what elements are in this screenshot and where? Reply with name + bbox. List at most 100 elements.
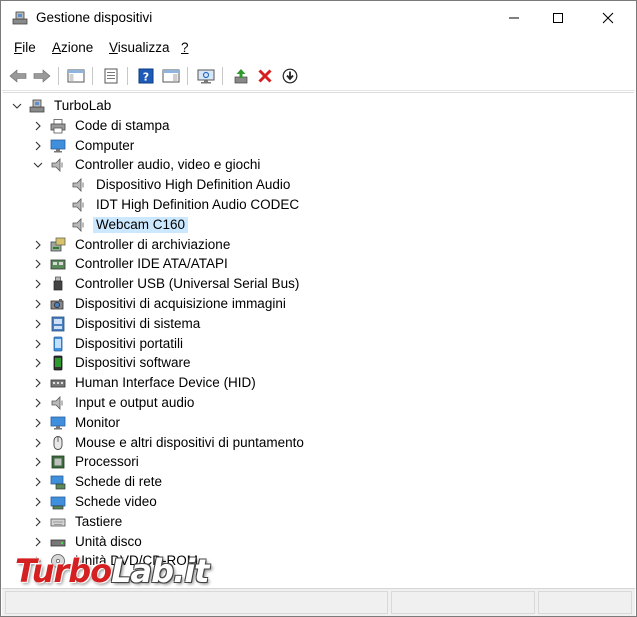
chevron-right-icon[interactable] (32, 437, 44, 449)
tree-item-controller-ide[interactable]: Controller IDE ATA/ATAPI (3, 254, 634, 274)
chevron-right-icon[interactable] (32, 338, 44, 350)
tree-item-label: TurboLab (54, 98, 112, 113)
chevron-right-icon[interactable] (32, 456, 44, 468)
svg-text:?: ? (143, 71, 149, 84)
mouse-icon (53, 435, 63, 450)
chevron-right-icon[interactable] (32, 397, 44, 409)
chevron-right-icon[interactable] (32, 496, 44, 508)
tree-item-idt-codec[interactable]: IDT High Definition Audio CODEC (3, 195, 634, 215)
chevron-right-icon[interactable] (32, 278, 44, 290)
toolbar-separator (187, 67, 188, 85)
forward-button[interactable] (31, 65, 53, 87)
chevron-right-icon[interactable] (32, 318, 44, 330)
system-icon (51, 316, 65, 332)
tree-item-dispositivi-portatili[interactable]: Dispositivi portatili (3, 334, 634, 354)
menu-visualizza[interactable]: Visualizza (109, 40, 170, 55)
tree-item-controller-archiviazione[interactable]: Controller di archiviazione (3, 235, 634, 255)
chevron-right-icon[interactable] (32, 120, 44, 132)
tree-item-mouse[interactable]: Mouse e altri dispositivi di puntamento (3, 433, 634, 453)
update-driver-button[interactable] (230, 65, 252, 87)
tree-item-tastiere[interactable]: Tastiere (3, 512, 634, 532)
properties-button[interactable] (100, 65, 122, 87)
tree-item-label: Controller di archiviazione (75, 236, 231, 252)
chevron-right-icon[interactable] (32, 516, 44, 528)
chevron-right-icon[interactable] (32, 417, 44, 429)
tree-item-unita-disco[interactable]: Unità disco (3, 532, 634, 552)
tree-item-acquisizione-immagini[interactable]: Dispositivi di acquisizione immagini (3, 294, 634, 314)
window-title: Gestione dispositivi (36, 10, 153, 25)
tree-item-hd-audio[interactable]: Dispositivo High Definition Audio (3, 175, 634, 195)
maximize-button[interactable] (534, 1, 582, 35)
minimize-button[interactable] (490, 1, 538, 35)
menu-azione[interactable]: Azione (52, 40, 93, 55)
speaker-icon (72, 178, 84, 193)
arrow-right-icon (33, 69, 51, 83)
uninstall-device-button[interactable] (254, 65, 276, 87)
tree-item-label: Webcam C160 (93, 216, 189, 233)
chevron-right-icon[interactable] (32, 536, 44, 548)
tree-item-schede-video[interactable]: Schede video (3, 492, 634, 512)
tree-item-controller-audio[interactable]: Controller audio, video e giochi (3, 155, 634, 175)
tree-item-label: Computer (75, 137, 135, 153)
back-button[interactable] (7, 65, 29, 87)
tree-item-webcam-c160[interactable]: Webcam C160 (3, 215, 634, 235)
chevron-down-icon[interactable] (32, 159, 44, 171)
chevron-right-icon[interactable] (32, 239, 44, 251)
tree-item-label: Dispositivi di sistema (75, 315, 201, 331)
toolbar: ? (2, 61, 635, 91)
device-tree[interactable]: TurboLab Code di stampa Computer Controller… (3, 92, 634, 588)
chevron-right-icon[interactable] (32, 476, 44, 488)
tree-item-monitor[interactable]: Monitor (3, 413, 634, 433)
tree-item-processori[interactable]: Processori (3, 452, 634, 472)
watermark-part-lab: Lab.it (111, 552, 209, 590)
title-bar: Gestione dispositivi (1, 1, 636, 35)
menu-help[interactable]: ? (181, 40, 189, 55)
tree-item-schede-di-rete[interactable]: Schede di rete (3, 472, 634, 492)
ide-icon (50, 259, 66, 270)
watermark-part-turbo: Turbo (15, 552, 112, 590)
turbolab-watermark-logo: Turbo Lab.it (15, 552, 209, 592)
scan-hardware-icon (197, 69, 215, 84)
tree-item-label: Controller IDE ATA/ATAPI (75, 256, 228, 272)
software-icon (53, 355, 63, 371)
chevron-right-icon[interactable] (32, 377, 44, 389)
tree-item-label: IDT High Definition Audio CODEC (96, 197, 300, 212)
tree-item-label: Controller audio, video e giochi (75, 157, 261, 173)
usb-icon (53, 276, 63, 291)
chevron-right-icon[interactable] (32, 258, 44, 270)
chevron-down-icon[interactable] (11, 100, 23, 112)
tree-item-label: Dispositivi portatili (75, 335, 184, 351)
status-cell-tertiary (538, 591, 632, 614)
close-button[interactable] (584, 1, 632, 35)
network-icon (50, 475, 66, 490)
monitor-icon (50, 416, 66, 430)
tree-item-hid[interactable]: Human Interface Device (HID) (3, 373, 634, 393)
video-icon (50, 496, 66, 510)
show-hide-console-tree-button[interactable] (65, 65, 87, 87)
tree-item-label: Dispositivo High Definition Audio (96, 177, 291, 193)
tree-item-code-di-stampa[interactable]: Code di stampa (3, 116, 634, 136)
tree-root-turbolab[interactable]: TurboLab (3, 96, 634, 116)
tree-item-dispositivi-software[interactable]: Dispositivi software (3, 353, 634, 373)
minimize-icon (509, 17, 519, 19)
device-manager-window: Gestione dispositivi File Azione Visuali… (0, 0, 637, 617)
tree-item-controller-usb[interactable]: Controller USB (Universal Serial Bus) (3, 274, 634, 294)
action-pane-icon (162, 69, 180, 83)
device-manager-icon (12, 11, 28, 25)
computer-root-icon (29, 99, 45, 113)
speaker-icon (51, 158, 63, 173)
chevron-right-icon[interactable] (32, 298, 44, 310)
action-pane-button[interactable] (160, 65, 182, 87)
chevron-right-icon[interactable] (32, 357, 44, 369)
disk-icon (50, 539, 66, 546)
tree-item-input-output-audio[interactable]: Input e output audio (3, 393, 634, 413)
tree-item-computer[interactable]: Computer (3, 136, 634, 156)
help-button[interactable]: ? (135, 65, 157, 87)
portable-icon (53, 336, 63, 351)
menu-bar: File Azione Visualizza ? (1, 37, 636, 59)
tree-item-dispositivi-sistema[interactable]: Dispositivi di sistema (3, 314, 634, 334)
menu-file[interactable]: File (14, 40, 36, 55)
chevron-right-icon[interactable] (32, 140, 44, 152)
disable-device-button[interactable] (279, 65, 301, 87)
scan-hardware-button[interactable] (195, 65, 217, 87)
